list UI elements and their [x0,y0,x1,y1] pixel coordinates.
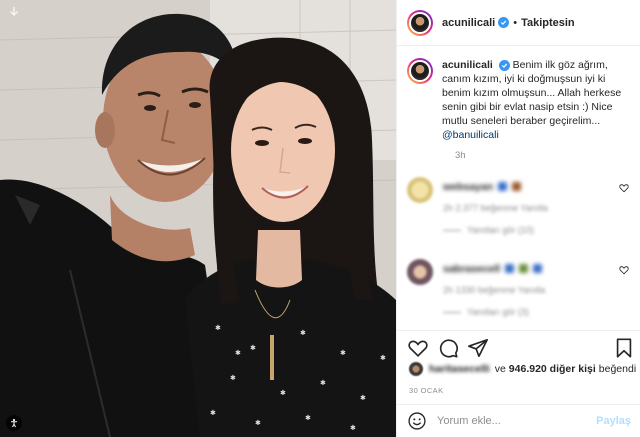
comment-meta[interactable]: 2h 1330 beğenme Yanıtla [443,285,545,295]
svg-text:✱: ✱ [350,424,356,432]
svg-text:✱: ✱ [320,379,326,387]
likes-summary[interactable]: haritasecelli ve 946.920 diğer kişi beğe… [409,362,636,376]
save-bookmark-icon[interactable] [613,337,635,359]
svg-text:✱: ✱ [300,329,306,337]
download-icon[interactable] [6,4,22,20]
caption-text-block: acunilicali Benim ilk göz ağrım, canım k… [442,58,622,142]
svg-text:✱: ✱ [255,419,261,427]
author-avatar[interactable] [407,9,433,36]
caption: acunilicali Benim ilk göz ağrım, canım k… [407,58,631,142]
likes-count[interactable]: 946.920 diğer kişi [509,363,596,375]
comment-item: sabrasecell 2h 1330 beğenme Yanıtla Yanı… [407,259,631,325]
svg-text:✱: ✱ [340,349,346,357]
commenter-username[interactable]: sabrasecell [443,263,542,275]
emoji-icon [532,264,542,273]
liker-avatar[interactable] [409,362,423,376]
verified-badge-icon [498,60,510,71]
emoji-smiley-icon[interactable] [407,411,427,431]
author-username[interactable]: acunilicali [442,17,495,29]
comment-like-heart-icon[interactable] [619,265,629,275]
post-actions-bar [397,330,640,364]
svg-text:✱: ✱ [235,349,241,357]
following-button[interactable]: Takiptesin [521,17,575,29]
caption-avatar[interactable] [407,58,433,84]
svg-text:✱: ✱ [250,344,256,352]
svg-text:✱: ✱ [380,354,386,362]
comment-input[interactable] [437,415,597,427]
post-date[interactable]: 30 OCAK [409,386,443,395]
photo-image: ✱ ✱ ✱ ✱ ✱ ✱ ✱ ✱ ✱ ✱ ✱ ✱ ✱ ✱ [0,0,396,437]
likes-suffix: beğendi [598,363,637,375]
emoji-icon [512,182,522,191]
emoji-icon [505,264,515,273]
caption-timestamp[interactable]: 3h [455,150,631,161]
comment-like-heart-icon[interactable] [619,183,629,193]
liker-username[interactable]: haritasecelli [429,363,490,375]
svg-text:✱: ✱ [360,394,366,402]
like-heart-icon[interactable] [407,337,429,359]
svg-text:✱: ✱ [305,414,311,422]
view-replies-button[interactable]: Yanıtları gör (3) [443,307,529,317]
emoji-icon [519,264,529,273]
comments-list[interactable]: acunilicali Benim ilk göz ağrım, canım k… [397,46,640,328]
separator-dot: • [513,16,518,29]
emoji-icon [498,182,508,191]
comment-item: websayan 2h 2.377 beğenme Yanıtla Yanıtl… [407,177,631,243]
view-replies-button[interactable]: Yanıtları gör (10) [443,225,534,235]
verified-badge-icon [498,17,510,28]
svg-text:✱: ✱ [230,374,236,382]
commenter-avatar[interactable] [407,259,433,285]
post-comment-button[interactable]: Paylaş [596,415,631,427]
comment-meta[interactable]: 2h 2.377 beğenme Yanıtla [443,203,548,213]
caption-username[interactable]: acunilicali [442,59,493,71]
commenter-avatar[interactable] [407,177,433,203]
commenter-username[interactable]: websayan [443,181,522,193]
post-photo[interactable]: ✱ ✱ ✱ ✱ ✱ ✱ ✱ ✱ ✱ ✱ ✱ ✱ ✱ ✱ [0,0,396,437]
post-side-panel: acunilicali • Takiptesin acunilicali Ben… [396,0,640,437]
add-comment-bar: Paylaş [397,404,640,437]
comment-bubble-icon[interactable] [437,337,459,359]
accessibility-icon[interactable] [6,415,22,431]
share-send-icon[interactable] [467,337,489,359]
svg-text:✱: ✱ [215,324,221,332]
post-header: acunilicali • Takiptesin [397,0,640,46]
caption-mention-link[interactable]: @banuilicali [442,129,499,141]
likes-connector: ve [494,363,506,375]
svg-text:✱: ✱ [210,409,216,417]
svg-text:✱: ✱ [280,389,286,397]
